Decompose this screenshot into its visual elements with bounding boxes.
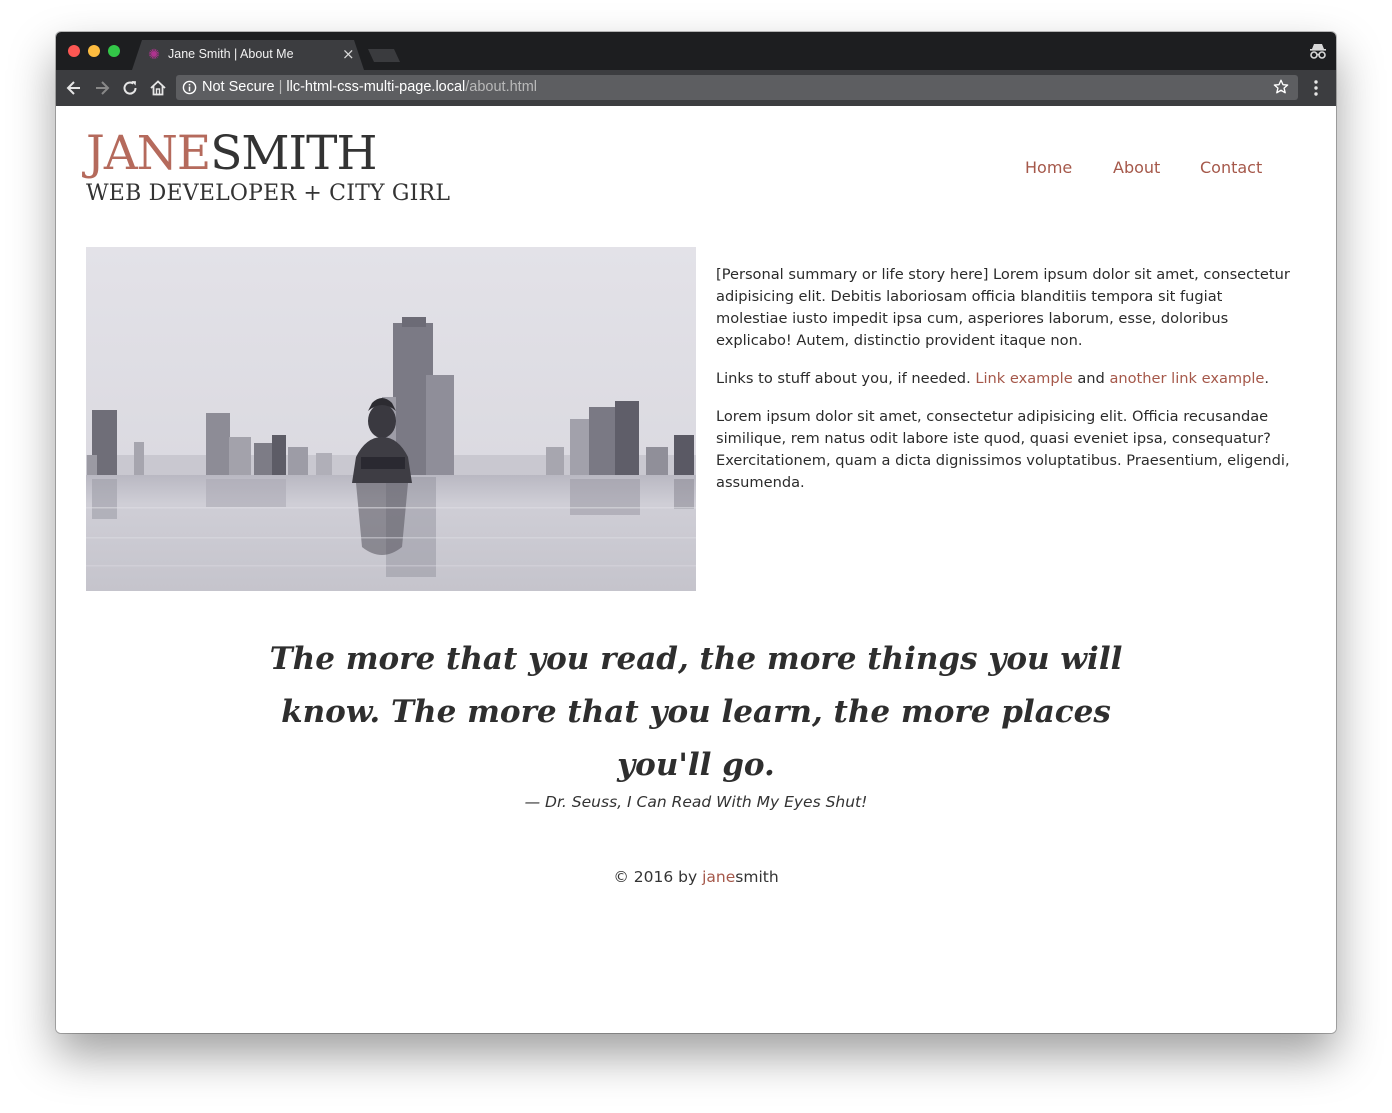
minimize-window-button[interactable] (88, 45, 100, 57)
profile-photo (86, 247, 696, 591)
footer: © 2016 by janesmith (56, 868, 1336, 886)
forward-arrow-icon[interactable] (92, 78, 112, 98)
logo-last-name: SMITH (210, 126, 377, 181)
reload-icon[interactable] (120, 78, 140, 98)
url-text[interactable]: Not Secure | llc-html-css-multi-page.loc… (202, 79, 537, 96)
browser-tab-active[interactable]: ✺ Jane Smith | About Me × (132, 40, 364, 70)
quote-text: The more that you read, the more things … (269, 641, 1123, 783)
bookmark-star-icon[interactable] (1272, 78, 1290, 96)
favicon-icon: ✺ (148, 47, 160, 63)
back-arrow-icon[interactable] (64, 78, 84, 98)
not-secure-label: Not Secure (202, 79, 275, 95)
site-logo[interactable]: JANESMITH (86, 126, 377, 182)
bio-links-paragraph: Links to stuff about you, if needed. Lin… (716, 368, 1296, 390)
link-example[interactable]: Link example (975, 370, 1072, 387)
tab-close-icon[interactable]: × (342, 45, 355, 63)
bio-paragraph: Lorem ipsum dolor sit amet, consectetur … (716, 408, 1290, 491)
address-bar[interactable]: Not Secure | llc-html-css-multi-page.loc… (176, 75, 1298, 100)
url-path: /about.html (465, 79, 538, 95)
another-link-example[interactable]: another link example (1109, 370, 1264, 387)
site-tagline: WEB DEVELOPER + CITY GIRL (86, 181, 451, 206)
maximize-window-button[interactable] (108, 45, 120, 57)
new-tab-button[interactable] (368, 49, 400, 62)
bio-paragraph: [Personal summary or life story here] Lo… (716, 266, 1290, 349)
kebab-menu-icon[interactable] (1310, 78, 1322, 98)
close-window-button[interactable] (68, 45, 80, 57)
url-separator: | (278, 79, 283, 95)
info-icon[interactable] (182, 80, 197, 95)
home-icon[interactable] (148, 78, 168, 98)
url-host: llc-html-css-multi-page.local (286, 79, 466, 95)
logo-first-name: JANE (86, 126, 211, 181)
tab-title: Jane Smith | About Me (168, 47, 294, 61)
quote-attribution: — Dr. Seuss, I Can Read With My Eyes Shu… (524, 793, 868, 811)
bio-links-end: . (1264, 370, 1270, 387)
footer-name-last: smith (735, 868, 779, 886)
browser-toolbar: Not Secure | llc-html-css-multi-page.loc… (56, 70, 1336, 106)
nav-link-contact[interactable]: Contact (1200, 158, 1262, 177)
bio-links-intro: Links to stuff about you, if needed. (716, 370, 976, 387)
footer-name-first: jane (702, 868, 736, 886)
nav-link-about[interactable]: About (1113, 158, 1160, 177)
incognito-icon (1310, 44, 1326, 59)
footer-copyright: © 2016 by (613, 868, 703, 886)
bio-links-and: and (1072, 370, 1110, 387)
nav-link-home[interactable]: Home (1025, 158, 1072, 177)
browser-titlebar: ✺ Jane Smith | About Me × (56, 32, 1336, 70)
bio-section: [Personal summary or life story here] Lo… (716, 264, 1296, 510)
page-content: JANESMITH WEB DEVELOPER + CITY GIRL Home… (56, 106, 1336, 1033)
browser-window: ✺ Jane Smith | About Me × Not Secure | l… (56, 32, 1336, 1033)
